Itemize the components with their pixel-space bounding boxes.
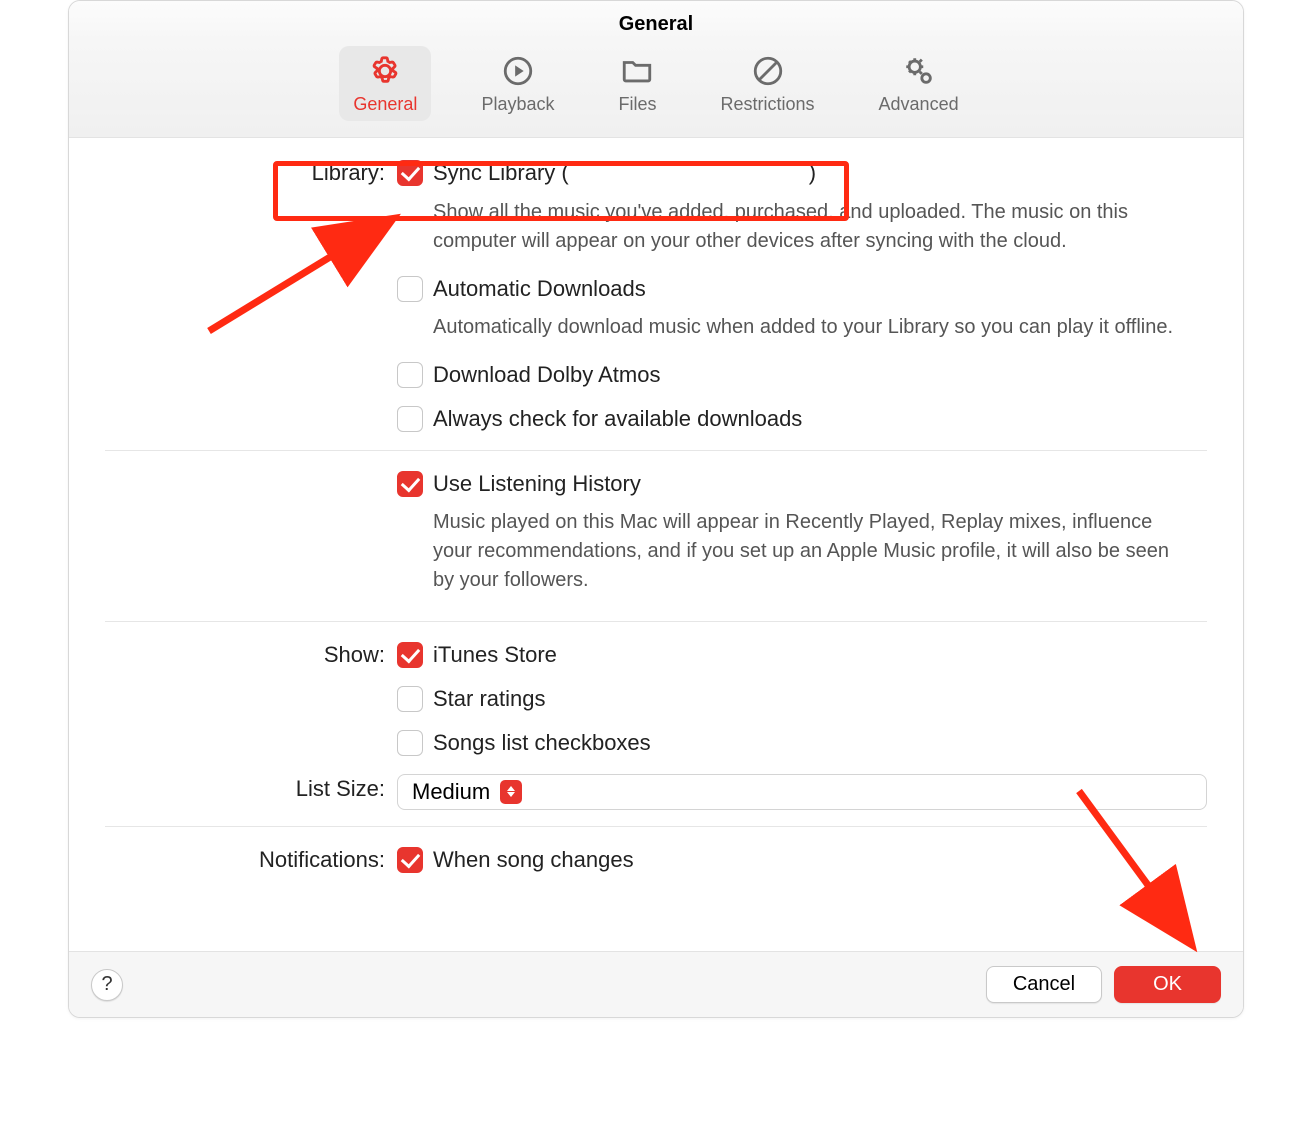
auto-downloads-checkbox[interactable]	[397, 276, 423, 302]
tab-playback-label: Playback	[481, 94, 554, 115]
dolby-checkbox[interactable]	[397, 362, 423, 388]
sync-library-desc: Show all the music you've added, purchas…	[433, 198, 1193, 256]
always-check-label: Always check for available downloads	[433, 404, 802, 434]
songs-list-checkbox[interactable]	[397, 730, 423, 756]
tab-advanced[interactable]: Advanced	[865, 46, 973, 121]
window-title: General	[69, 1, 1243, 40]
nosign-icon	[751, 54, 785, 88]
preferences-body: Library: Sync Library () Show all the mu…	[69, 138, 1243, 954]
separator	[105, 450, 1207, 451]
tab-playback[interactable]: Playback	[467, 46, 568, 121]
folder-icon	[620, 54, 654, 88]
gear-icon	[368, 54, 402, 88]
dolby-label: Download Dolby Atmos	[433, 360, 660, 390]
notifications-row: Notifications: When song changes	[105, 841, 1207, 879]
notifications-label: Notifications:	[105, 845, 385, 873]
library-label: Library:	[105, 158, 385, 186]
tab-restrictions[interactable]: Restrictions	[707, 46, 829, 121]
auto-downloads-desc: Automatically download music when added …	[433, 313, 1193, 342]
tab-files[interactable]: Files	[604, 46, 670, 121]
help-button[interactable]: ?	[91, 969, 123, 1001]
updown-icon	[500, 780, 522, 804]
cancel-button[interactable]: Cancel	[986, 966, 1102, 1003]
separator	[105, 826, 1207, 827]
sync-library-checkbox[interactable]	[397, 160, 423, 186]
show-row: Show: iTunes Store Star ratings Songs li…	[105, 636, 1207, 761]
list-size-popup[interactable]: Medium	[397, 774, 1207, 810]
show-label: Show:	[105, 640, 385, 668]
ok-button[interactable]: OK	[1114, 966, 1221, 1003]
list-size-value: Medium	[412, 779, 490, 805]
play-icon	[501, 54, 535, 88]
separator	[105, 621, 1207, 622]
star-ratings-label: Star ratings	[433, 684, 546, 714]
footer-bar: ? Cancel OK	[69, 951, 1243, 1017]
preferences-toolbar: General Playback Files Restrictions Adva…	[69, 40, 1243, 138]
song-changes-checkbox[interactable]	[397, 847, 423, 873]
always-check-checkbox[interactable]	[397, 406, 423, 432]
sync-library-label: Sync Library ()	[433, 158, 816, 188]
list-size-label: List Size:	[105, 774, 385, 802]
song-changes-label: When song changes	[433, 845, 634, 875]
library-row: Library: Sync Library () Show all the mu…	[105, 154, 1207, 438]
listening-row: Use Listening History Music played on th…	[105, 465, 1207, 610]
listening-history-checkbox[interactable]	[397, 471, 423, 497]
tab-general-label: General	[353, 94, 417, 115]
redacted-account	[569, 160, 809, 180]
auto-downloads-label: Automatic Downloads	[433, 274, 646, 304]
tab-files-label: Files	[618, 94, 656, 115]
listening-history-label: Use Listening History	[433, 469, 641, 499]
preferences-window: General General Playback Files Restricti…	[68, 0, 1244, 1018]
tab-advanced-label: Advanced	[879, 94, 959, 115]
gears-icon	[902, 54, 936, 88]
listening-history-desc: Music played on this Mac will appear in …	[433, 508, 1193, 595]
itunes-store-checkbox[interactable]	[397, 642, 423, 668]
songs-list-label: Songs list checkboxes	[433, 728, 651, 758]
tab-restrictions-label: Restrictions	[721, 94, 815, 115]
tab-general[interactable]: General	[339, 46, 431, 121]
star-ratings-checkbox[interactable]	[397, 686, 423, 712]
list-size-row: List Size: Medium	[105, 770, 1207, 814]
itunes-store-label: iTunes Store	[433, 640, 557, 670]
